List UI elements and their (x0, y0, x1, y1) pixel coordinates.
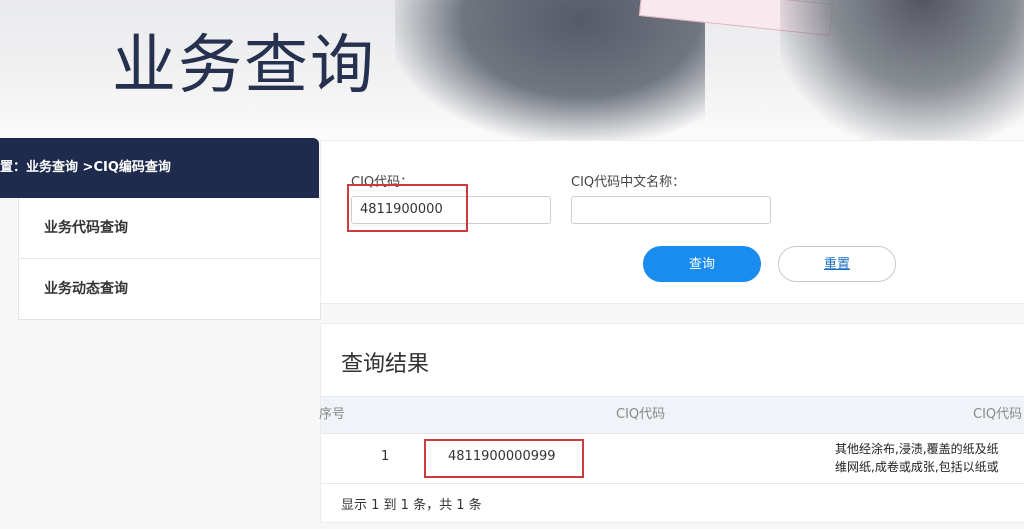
breadcrumb: 置：业务查询 > CIQ编码查询 (0, 138, 319, 198)
reset-button[interactable]: 重置 (778, 246, 896, 282)
side-menu: 业务代码查询 业务动态查询 (18, 198, 321, 320)
column-header-ciq-name: CIQ代码 (973, 407, 1023, 422)
table-row: 1 4811900000999 其他经涂布,浸渍,覆盖的纸及纸 维网纸,成卷或成… (321, 433, 1024, 484)
ciq-name-input[interactable] (571, 196, 771, 224)
highlight-box-ciq-result (424, 439, 584, 478)
breadcrumb-current: CIQ编码查询 (93, 160, 171, 175)
banner-photo (395, 0, 705, 140)
results-title: 查询结果 (341, 352, 430, 377)
row-index: 1 (381, 449, 390, 464)
sidebar-item-business-code-query[interactable]: 业务代码查询 (19, 198, 320, 259)
results-panel: 查询结果 序号 CIQ代码 CIQ代码 1 4811900000999 其他经涂… (319, 323, 1024, 523)
column-header-index: 序号 (319, 407, 346, 422)
banner-photo-right (780, 0, 1024, 140)
pagination-info: 显示 1 到 1 条，共 1 条 (341, 498, 482, 513)
query-button[interactable]: 查询 (643, 246, 761, 282)
row-description-line2: 维网纸,成卷或成张,包括以纸或 (835, 460, 999, 474)
breadcrumb-prefix: 置： (0, 160, 27, 175)
column-header-ciq-code: CIQ代码 (616, 407, 666, 422)
search-panel: CIQ代码： CIQ代码中文名称： 查询 重置 (320, 140, 1024, 304)
row-description: 其他经涂布,浸渍,覆盖的纸及纸 维网纸,成卷或成张,包括以纸或 (835, 440, 999, 476)
table-header: 序号 CIQ代码 CIQ代码 (319, 396, 1024, 434)
page-title: 业务查询 (112, 29, 376, 103)
highlight-box-ciq-input (347, 184, 468, 232)
header-banner: 业务查询 (0, 0, 1024, 140)
ciq-name-label: CIQ代码中文名称： (571, 175, 686, 190)
sidebar: 置：业务查询 > CIQ编码查询 业务代码查询 业务动态查询 (0, 138, 321, 320)
row-description-line1: 其他经涂布,浸渍,覆盖的纸及纸 (835, 442, 999, 456)
breadcrumb-link[interactable]: 业务查询 > (26, 138, 93, 198)
sidebar-item-business-status-query[interactable]: 业务动态查询 (19, 259, 320, 319)
